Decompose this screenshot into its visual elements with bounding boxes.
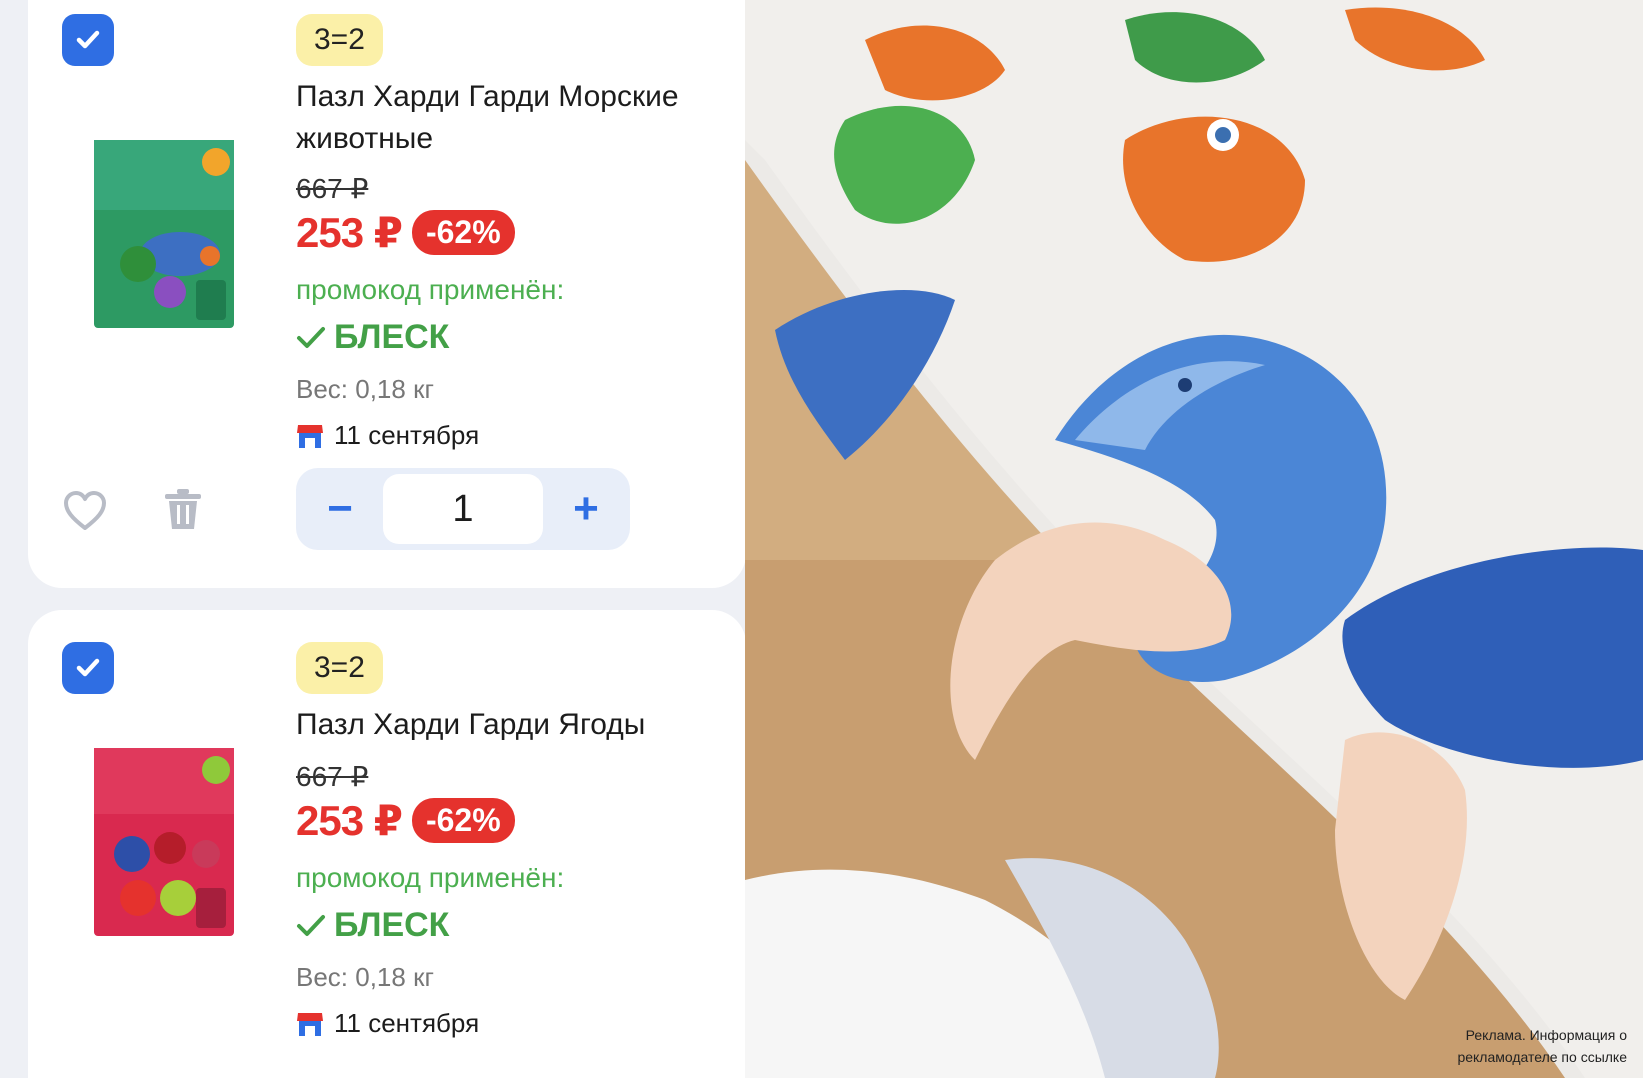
promo-code: БЛЕСК bbox=[296, 318, 449, 357]
quantity-value[interactable]: 1 bbox=[383, 474, 543, 544]
promo-applied-label: промокод применён: bbox=[296, 274, 565, 305]
delivery-date-text: 11 сентября bbox=[334, 420, 480, 450]
product-title[interactable]: Пазл Харди Гарди Морские животные bbox=[296, 76, 716, 160]
select-checkbox[interactable] bbox=[62, 642, 114, 694]
cart-item: 3=2 Пазл Харди Гарди Морские животные 66… bbox=[28, 0, 745, 588]
cart-item: 3=2 Пазл Харди Гарди Ягоды 667 ₽ 253 ₽ -… bbox=[28, 610, 745, 1078]
check-icon bbox=[76, 658, 100, 677]
price-row: 253 ₽ -62% bbox=[296, 208, 515, 257]
old-price: 667 ₽ bbox=[296, 761, 369, 792]
ad-banner[interactable]: Реклама. Информация о рекламодателе по с… bbox=[745, 0, 1643, 1078]
promo-code-text: БЛЕСК bbox=[334, 906, 450, 944]
weight: Вес: 0,18 кг bbox=[296, 374, 434, 404]
product-image[interactable] bbox=[88, 742, 240, 942]
promo-code: БЛЕСК bbox=[296, 906, 449, 945]
price-row: 253 ₽ -62% bbox=[296, 796, 515, 845]
quantity-stepper: − 1 + bbox=[296, 468, 630, 550]
promo-applied-label: промокод применён: bbox=[296, 862, 565, 893]
discount-badge: -62% bbox=[411, 210, 515, 255]
decrease-button[interactable]: − bbox=[304, 476, 376, 542]
old-price: 667 ₽ bbox=[296, 173, 369, 204]
checkmark-icon bbox=[297, 914, 325, 936]
promo-code-text: БЛЕСК bbox=[334, 318, 450, 356]
weight: Вес: 0,18 кг bbox=[296, 962, 434, 992]
ad-disclaimer[interactable]: Реклама. Информация о рекламодателе по с… bbox=[1407, 1024, 1627, 1068]
heart-icon bbox=[64, 491, 106, 530]
check-icon bbox=[76, 30, 100, 49]
delivery-date: 11 сентября bbox=[296, 1008, 479, 1039]
increase-button[interactable]: + bbox=[550, 476, 622, 542]
promo-badge: 3=2 bbox=[296, 642, 383, 694]
current-price: 253 ₽ bbox=[296, 209, 403, 256]
product-image[interactable] bbox=[88, 134, 240, 334]
delivery-date-text: 11 сентября bbox=[334, 1008, 480, 1038]
ad-photo bbox=[745, 0, 1643, 1078]
current-price: 253 ₽ bbox=[296, 797, 403, 844]
store-icon bbox=[297, 424, 323, 448]
promo-badge: 3=2 bbox=[296, 14, 383, 66]
cart-list: 3=2 Пазл Харди Гарди Морские животные 66… bbox=[0, 0, 745, 1078]
favorite-button[interactable] bbox=[62, 488, 108, 534]
store-icon bbox=[297, 1012, 323, 1036]
checkmark-icon bbox=[297, 326, 325, 348]
trash-icon bbox=[165, 489, 201, 529]
product-title[interactable]: Пазл Харди Гарди Ягоды bbox=[296, 704, 716, 746]
select-checkbox[interactable] bbox=[62, 14, 114, 66]
delete-button[interactable] bbox=[160, 486, 206, 532]
delivery-date: 11 сентября bbox=[296, 420, 479, 451]
discount-badge: -62% bbox=[411, 798, 515, 843]
